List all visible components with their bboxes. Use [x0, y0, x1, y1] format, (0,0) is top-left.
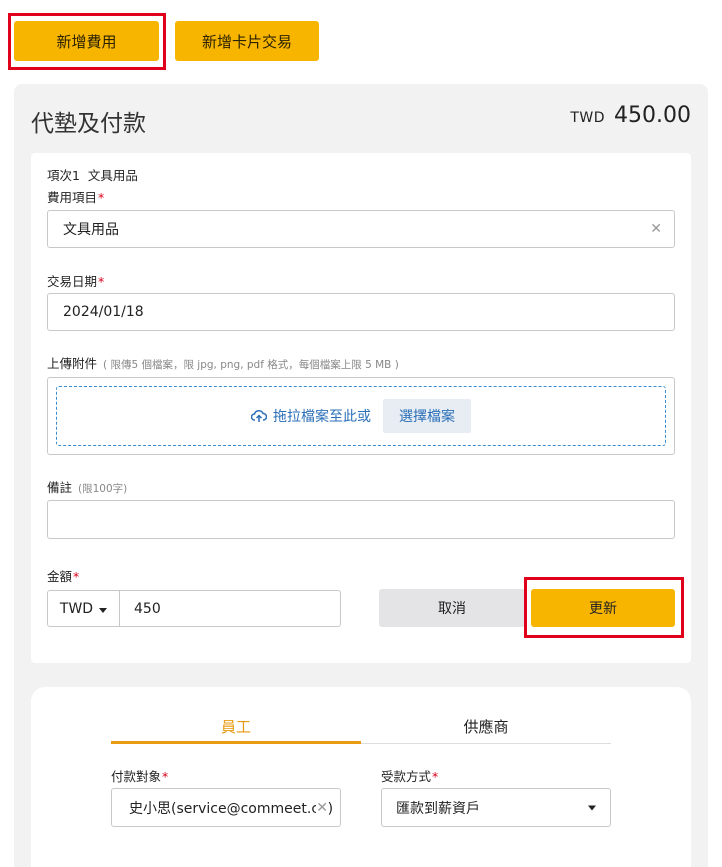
active-tab-indicator	[111, 741, 361, 744]
dropzone-inner[interactable]: 拖拉檔案至此或 選擇檔案	[56, 386, 666, 446]
attachment-label: 上傳附件 ( 限傳5 個檔案，限 jpg, png, pdf 格式，每個檔案上限 …	[47, 353, 399, 372]
total-amount: TWD 450.00	[570, 103, 691, 128]
transaction-date-input[interactable]: 2024/01/18	[47, 293, 675, 331]
drop-text-label: 拖拉檔案至此或	[273, 409, 371, 425]
note-hint: (限100字)	[78, 483, 128, 495]
required-mark: *	[432, 769, 439, 784]
expense-item-label: 費用項目*	[47, 187, 104, 206]
method-label-text: 受款方式	[381, 769, 432, 784]
expense-item-select[interactable]: 文具用品 ✕	[47, 210, 675, 248]
total-value: 450.00	[614, 103, 691, 128]
total-currency: TWD	[570, 110, 606, 126]
attachment-label-text: 上傳附件	[47, 356, 98, 371]
attachment-dropzone[interactable]: 拖拉檔案至此或 選擇檔案	[47, 377, 675, 455]
expense-item-label-text: 費用項目	[47, 190, 98, 205]
close-icon[interactable]: ✕	[650, 221, 662, 237]
transaction-date-value: 2024/01/18	[63, 304, 144, 320]
payee-select[interactable]: 史小思(service@commeet.co) ✕	[111, 788, 341, 827]
amount-label: 金額*	[47, 566, 79, 585]
choose-file-button[interactable]: 選擇檔案	[383, 399, 471, 433]
method-label: 受款方式*	[381, 766, 438, 785]
panel-title: 代墊及付款	[31, 111, 146, 137]
drop-text: 拖拉檔案至此或	[251, 406, 371, 426]
note-label: 備註 (限100字)	[47, 477, 127, 496]
add-expense-button[interactable]: 新增費用	[14, 21, 159, 61]
caret-down-icon	[588, 805, 596, 810]
amount-label-text: 金額	[47, 569, 73, 584]
payee-value: 史小思(service@commeet.co)	[129, 800, 334, 817]
required-mark: *	[162, 769, 169, 784]
payee-label-text: 付款對象	[111, 769, 162, 784]
amount-currency-value: TWD	[59, 600, 94, 617]
amount-currency-select[interactable]: TWD	[47, 590, 120, 627]
cloud-upload-icon	[251, 409, 267, 422]
tab-employee[interactable]: 員工	[111, 716, 361, 737]
caret-down-icon	[99, 607, 108, 613]
payee-label: 付款對象*	[111, 766, 168, 785]
transaction-date-label: 交易日期*	[47, 271, 104, 290]
required-mark: *	[98, 274, 105, 289]
tab-supplier[interactable]: 供應商	[361, 716, 611, 737]
required-mark: *	[98, 190, 105, 205]
method-value: 匯款到薪資戶	[396, 800, 480, 817]
note-input[interactable]	[47, 500, 675, 539]
amount-input[interactable]: 450	[119, 590, 341, 627]
add-card-transaction-button[interactable]: 新增卡片交易	[175, 21, 319, 61]
item-index: 項次1 文具用品	[47, 165, 138, 184]
close-icon[interactable]: ✕	[316, 799, 328, 816]
item-index-label: 項次1	[47, 168, 80, 183]
required-mark: *	[73, 569, 80, 584]
attachment-hint: ( 限傳5 個檔案，限 jpg, png, pdf 格式，每個檔案上限 5 MB…	[103, 359, 399, 371]
payment-method-select[interactable]: 匯款到薪資戶	[381, 788, 611, 827]
expense-item-value: 文具用品	[63, 222, 119, 238]
cancel-button[interactable]: 取消	[379, 589, 525, 627]
amount-value: 450	[134, 600, 161, 617]
note-label-text: 備註	[47, 480, 73, 495]
transaction-date-label-text: 交易日期	[47, 274, 98, 289]
update-button[interactable]: 更新	[531, 589, 675, 627]
tab-divider	[361, 743, 611, 744]
item-index-name: 文具用品	[87, 168, 138, 183]
